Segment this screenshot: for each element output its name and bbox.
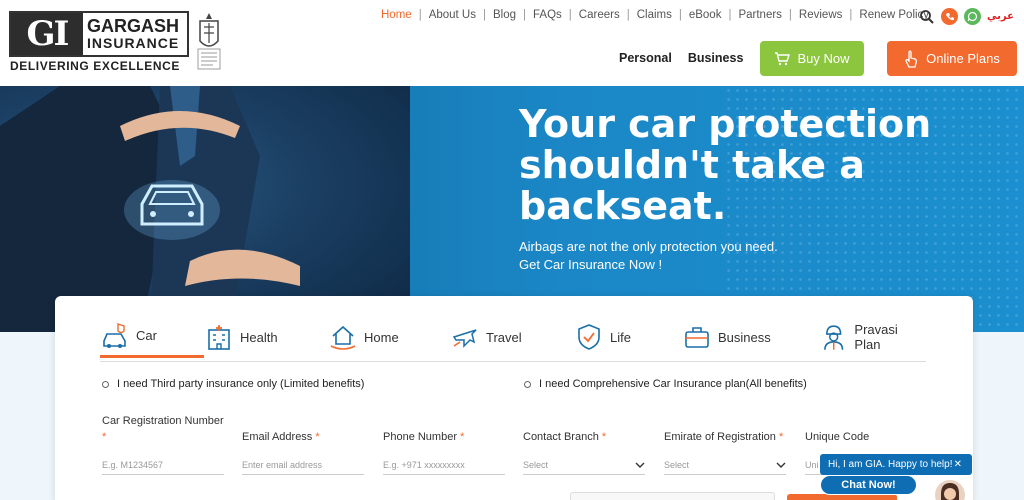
topnav-faqs[interactable]: FAQs [533, 9, 562, 21]
hero-subtitle-line2: Get Car Insurance Now ! [519, 257, 663, 272]
topnav-home[interactable]: Home [381, 9, 412, 21]
insurance-type-tabs: Car Health Home Travel Life Business Pra… [100, 316, 926, 362]
search-icon[interactable] [919, 9, 935, 25]
tab-home-label: Home [364, 329, 399, 345]
unique-code-label: Unique Code [805, 431, 870, 443]
topnav-blog[interactable]: Blog [493, 9, 516, 21]
phone-field: Phone Number * E.g. +971 xxxxxxxxx [383, 413, 505, 475]
emirate-field: Emirate of Registration * Select [664, 413, 786, 475]
logo-text: GARGASH INSURANCE [83, 13, 187, 55]
nav-business[interactable]: Business [688, 51, 744, 65]
chevron-down-icon [776, 462, 786, 468]
nav-personal[interactable]: Personal [619, 51, 672, 65]
chat-greeting[interactable]: Hi, I am GIA. Happy to help! ✕ [820, 454, 972, 475]
top-navigation: Home | About Us | Blog | FAQs | Careers | Cla… [381, 9, 930, 21]
emirate-select[interactable]: Select [664, 455, 786, 475]
topnav-reviews[interactable]: Reviews [799, 9, 842, 21]
contact-branch-select[interactable]: Select [523, 455, 645, 475]
briefcase-icon [685, 327, 709, 348]
whatsapp-icon[interactable] [964, 8, 981, 25]
tab-car[interactable]: Car [100, 316, 204, 358]
shield-check-icon [578, 324, 600, 350]
brand-logo[interactable]: GI GARGASH INSURANCE DELIVERING EXCELLEN… [9, 11, 221, 75]
tab-health[interactable]: Health [204, 316, 328, 358]
option-third-party-label: I need Third party insurance only (Limit… [117, 378, 365, 390]
main-navigation: Personal Business [619, 51, 743, 65]
tab-business[interactable]: Business [682, 316, 819, 358]
chat-now-button[interactable]: Chat Now! [820, 475, 917, 495]
email-label: Email Address * [242, 431, 320, 443]
tab-life[interactable]: Life [574, 316, 682, 358]
site-header: GI GARGASH INSURANCE DELIVERING EXCELLEN… [0, 0, 1024, 86]
tab-pravasi-plan[interactable]: Pravasi Plan [819, 316, 926, 358]
crest-icon [197, 13, 221, 70]
buy-now-button[interactable]: Buy Now [760, 41, 864, 76]
topnav-claims[interactable]: Claims [637, 9, 672, 21]
car-registration-input[interactable]: E.g. M1234567 [102, 455, 224, 475]
tab-travel[interactable]: Travel [450, 316, 574, 358]
email-input[interactable]: Enter email address [242, 455, 364, 475]
tab-car-label: Car [136, 328, 157, 343]
hero-subtitle-line1: Airbags are not the only protection you … [519, 239, 778, 254]
online-plans-button[interactable]: Online Plans [887, 41, 1017, 76]
airplane-icon [452, 329, 477, 348]
header-utility-icons: عربي [919, 8, 1014, 25]
topnav-partners[interactable]: Partners [738, 9, 781, 21]
topnav-ebook[interactable]: eBook [689, 9, 722, 21]
hero-subtitle: Airbags are not the only protection you … [519, 238, 778, 274]
option-comprehensive[interactable]: I need Comprehensive Car Insurance plan(… [524, 378, 807, 390]
chat-greeting-text: Hi, I am GIA. Happy to help! [828, 459, 953, 470]
chevron-down-icon [635, 462, 645, 468]
online-plans-label: Online Plans [926, 51, 1000, 66]
option-third-party[interactable]: I need Third party insurance only (Limit… [102, 378, 364, 390]
tab-travel-label: Travel [486, 329, 522, 345]
radio-comprehensive[interactable] [524, 380, 531, 388]
topnav-about-us[interactable]: About Us [429, 9, 476, 21]
logo-name: GARGASH [87, 16, 180, 36]
home-icon [330, 325, 356, 350]
logo-mark: GI [11, 13, 83, 55]
radio-third-party[interactable] [102, 380, 109, 388]
tab-health-label: Health [240, 329, 278, 345]
buy-now-label: Buy Now [797, 51, 850, 66]
option-comprehensive-label: I need Comprehensive Car Insurance plan(… [539, 378, 807, 390]
phone-label: Phone Number * [383, 431, 465, 443]
email-field: Email Address * Enter email address [242, 413, 364, 475]
tab-life-label: Life [610, 329, 631, 345]
topnav-careers[interactable]: Careers [579, 9, 620, 21]
logo-tagline: DELIVERING EXCELLENCE [10, 59, 180, 73]
cart-icon [775, 51, 791, 65]
tab-business-label: Business [718, 329, 771, 345]
close-icon[interactable]: ✕ [954, 459, 962, 470]
phone-input[interactable]: E.g. +971 xxxxxxxxx [383, 455, 505, 475]
car-registration-field: Car Registration Number * E.g. M1234567 [102, 413, 224, 475]
contact-branch-label: Contact Branch * [523, 431, 607, 443]
tab-home[interactable]: Home [328, 316, 450, 358]
car-icon [103, 322, 126, 348]
hero-title: Your car protection shouldn't take a bac… [519, 102, 932, 228]
hospital-icon [208, 325, 230, 350]
worker-icon [824, 325, 844, 350]
logo-box: GI GARGASH INSURANCE [9, 11, 189, 57]
tab-pravasi-plan-label: Pravasi Plan [854, 322, 898, 352]
language-switch-arabic[interactable]: عربي [987, 11, 1014, 22]
car-registration-label: Car Registration Number * [102, 415, 224, 443]
hand-pointer-icon [905, 49, 918, 68]
secondary-action-button[interactable] [570, 492, 775, 500]
emirate-label: Emirate of Registration * [664, 431, 784, 443]
logo-insurance: INSURANCE [87, 35, 180, 51]
contact-branch-field: Contact Branch * Select [523, 413, 645, 475]
phone-icon[interactable] [941, 8, 958, 25]
